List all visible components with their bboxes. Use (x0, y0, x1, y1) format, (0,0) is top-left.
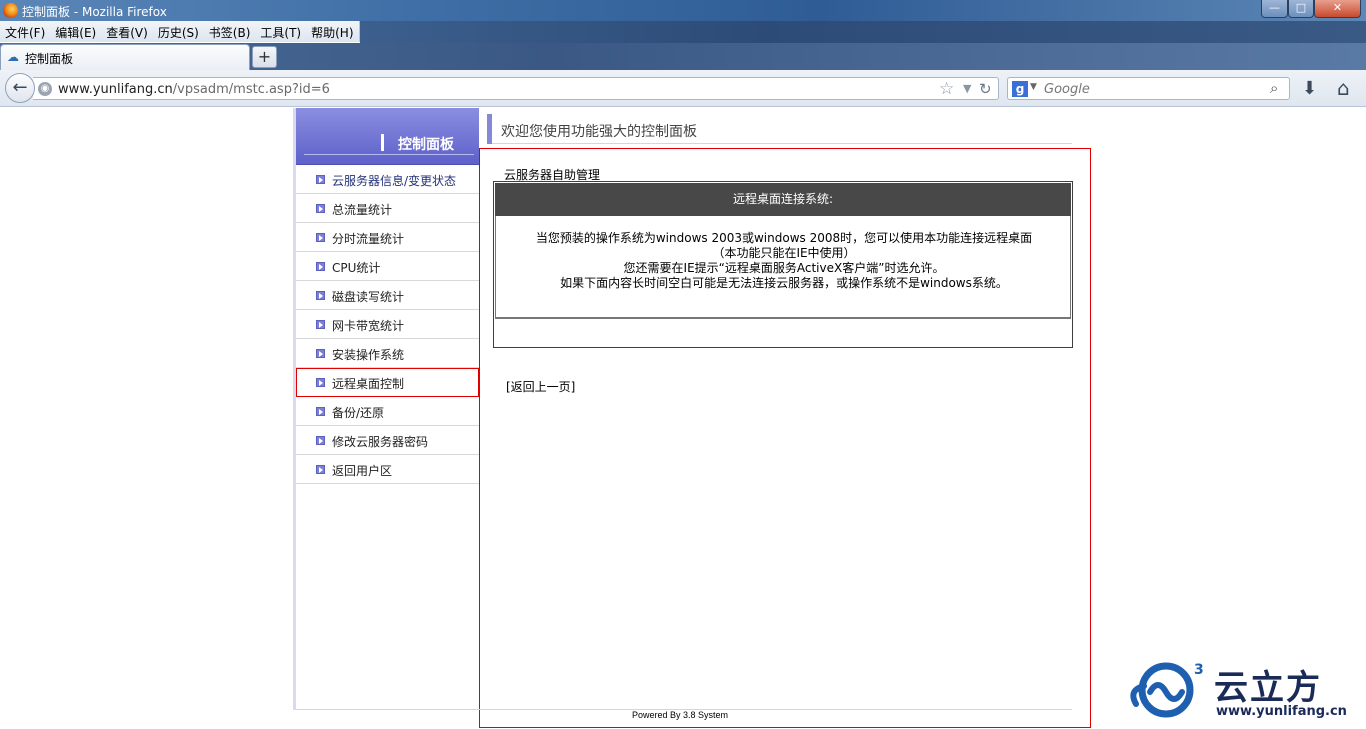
remote-desktop-panel: 远程桌面连接系统: 当您预装的操作系统为windows 2003或windows… (493, 181, 1073, 348)
sidebar-item-install-os[interactable]: 安装操作系统 (296, 339, 479, 368)
info-line-4: 如果下面内容长时间空白可能是无法连接云服务器，或操作系统不是windows系统。 (560, 276, 1008, 290)
sidebar-item-label[interactable]: 备份/还原 (332, 404, 384, 421)
arrow-bullet-icon (316, 320, 325, 329)
tab-label: 控制面板 (25, 52, 74, 66)
sidebar-item-label[interactable]: 磁盘读写统计 (332, 288, 404, 305)
menu-bar: 文件(F) 编辑(E) 查看(V) 历史(S) 书签(B) 工具(T) 帮助(H… (0, 21, 360, 42)
tab-control-panel[interactable]: ☁ 控制面板 (0, 44, 250, 71)
arrow-bullet-icon (316, 407, 325, 416)
sidebar-item-change-password[interactable]: 修改云服务器密码 (296, 426, 479, 455)
arrow-bullet-icon (316, 349, 325, 358)
welcome-text: 欢迎您使用功能强大的控制面板 (501, 124, 697, 140)
arrow-bullet-icon (316, 204, 325, 213)
arrow-bullet-icon (316, 465, 325, 474)
url-path: /vpsadm/mstc.asp?id=6 (172, 82, 330, 97)
download-icon[interactable]: ⬇ (1302, 78, 1317, 99)
menu-view[interactable]: 查看(V) (101, 21, 153, 42)
maximize-button[interactable]: □ (1288, 0, 1314, 18)
sidebar-item-label[interactable]: 修改云服务器密码 (332, 433, 428, 450)
logo-superscript: 3 (1194, 662, 1204, 678)
arrow-bullet-icon (316, 175, 325, 184)
sidebar-item-server-info[interactable]: 云服务器信息/变更状态 (296, 165, 479, 194)
sidebar-item-label[interactable]: 网卡带宽统计 (332, 317, 404, 334)
sidebar-item-label[interactable]: 云服务器信息/变更状态 (332, 172, 456, 189)
sidebar-item-hourly-traffic[interactable]: 分时流量统计 (296, 223, 479, 252)
footer-text: Powered By 3.8 System (632, 710, 729, 720)
sidebar: 控制面板 云服务器信息/变更状态 总流量统计 分时流量统计 CPU统计 磁盘读写… (293, 108, 479, 710)
arrow-bullet-icon (316, 233, 325, 242)
reload-icon[interactable]: ↻ (979, 80, 992, 98)
sidebar-header-bar (381, 134, 384, 151)
tab-bar: ☁ 控制面板 + (0, 43, 1366, 71)
cloud-favicon-icon: ☁ (7, 50, 19, 64)
remote-desktop-area[interactable] (495, 318, 1071, 346)
menu-tools[interactable]: 工具(T) (255, 21, 306, 42)
engine-dropdown-icon[interactable]: ▼ (1030, 82, 1037, 92)
logo-url: www.yunlifang.cn (1216, 704, 1347, 719)
welcome-header: 欢迎您使用功能强大的控制面板 (487, 114, 1072, 144)
search-box[interactable]: g ▼ Google ⌕ (1007, 77, 1290, 100)
menu-history[interactable]: 历史(S) (153, 21, 204, 42)
google-engine-icon[interactable]: g (1012, 81, 1028, 97)
panel-body: 当您预装的操作系统为windows 2003或windows 2008时，您可以… (495, 216, 1071, 318)
sidebar-item-user-area[interactable]: 返回用户区 (296, 455, 479, 484)
sidebar-item-disk-io[interactable]: 磁盘读写统计 (296, 281, 479, 310)
sidebar-item-backup-restore[interactable]: 备份/还原 (296, 397, 479, 426)
arrow-bullet-icon (316, 291, 325, 300)
sidebar-item-nic-bandwidth[interactable]: 网卡带宽统计 (296, 310, 479, 339)
back-link[interactable]: [返回上一页] (506, 378, 575, 395)
navigation-bar: ◉ www.yunlifang.cn/vpsadm/mstc.asp?id=6 … (0, 70, 1366, 107)
arrow-bullet-icon (316, 436, 325, 445)
desktop-background (360, 21, 1366, 43)
history-dropdown-icon[interactable]: ▼ (963, 82, 971, 95)
sidebar-item-label[interactable]: CPU统计 (332, 259, 380, 276)
menu-help[interactable]: 帮助(H) (306, 21, 358, 42)
sidebar-menu: 云服务器信息/变更状态 总流量统计 分时流量统计 CPU统计 磁盘读写统计 网卡… (296, 165, 479, 484)
back-arrow-icon: ← (12, 77, 28, 98)
window-titlebar: 控制面板 - Mozilla Firefox — □ ✕ (0, 0, 1366, 21)
search-icon[interactable]: ⌕ (1270, 79, 1278, 97)
menu-bookmarks[interactable]: 书签(B) (204, 21, 256, 42)
logo-name: 云立方 (1214, 668, 1322, 708)
menu-edit[interactable]: 编辑(E) (50, 21, 101, 42)
sidebar-item-label[interactable]: 安装操作系统 (332, 346, 404, 363)
site-identity-icon[interactable]: ◉ (38, 82, 52, 96)
yunlifang-logo: 3 云立方 www.yunlifang.cn (1128, 660, 1360, 722)
url-bar[interactable]: ◉ www.yunlifang.cn/vpsadm/mstc.asp?id=6 … (33, 77, 999, 100)
search-placeholder: Google (1044, 82, 1090, 97)
bookmark-star-icon[interactable]: ☆ (939, 79, 954, 99)
sidebar-item-label[interactable]: 总流量统计 (332, 201, 392, 218)
url-domain: www.yunlifang.cn (58, 82, 173, 97)
sidebar-item-label[interactable]: 返回用户区 (332, 462, 392, 479)
close-button[interactable]: ✕ (1314, 0, 1361, 18)
sidebar-item-total-traffic[interactable]: 总流量统计 (296, 194, 479, 223)
url-text[interactable]: www.yunlifang.cn/vpsadm/mstc.asp?id=6 (58, 82, 330, 97)
arrow-bullet-icon (316, 378, 325, 387)
sidebar-item-remote-desktop[interactable]: 远程桌面控制 (296, 368, 479, 397)
sidebar-item-cpu-stats[interactable]: CPU统计 (296, 252, 479, 281)
welcome-accent-bar (487, 114, 492, 144)
minimize-button[interactable]: — (1261, 0, 1288, 18)
page-content: 控制面板 云服务器信息/变更状态 总流量统计 分时流量统计 CPU统计 磁盘读写… (0, 108, 1366, 729)
sidebar-item-label[interactable]: 远程桌面控制 (332, 375, 404, 392)
sidebar-title: 控制面板 (398, 137, 454, 153)
sidebar-header: 控制面板 (296, 108, 479, 165)
arrow-bullet-icon (316, 262, 325, 271)
home-icon[interactable]: ⌂ (1337, 76, 1350, 100)
new-tab-button[interactable]: + (252, 46, 277, 68)
sidebar-item-label[interactable]: 分时流量统计 (332, 230, 404, 247)
back-button[interactable]: ← (5, 73, 35, 103)
cloud-logo-icon: 3 (1130, 662, 1204, 718)
panel-title: 远程桌面连接系统: (495, 183, 1071, 216)
sidebar-header-divider (304, 154, 474, 155)
window-title: 控制面板 - Mozilla Firefox (22, 5, 167, 19)
menu-file[interactable]: 文件(F) (0, 21, 50, 42)
firefox-logo-icon (3, 3, 18, 18)
